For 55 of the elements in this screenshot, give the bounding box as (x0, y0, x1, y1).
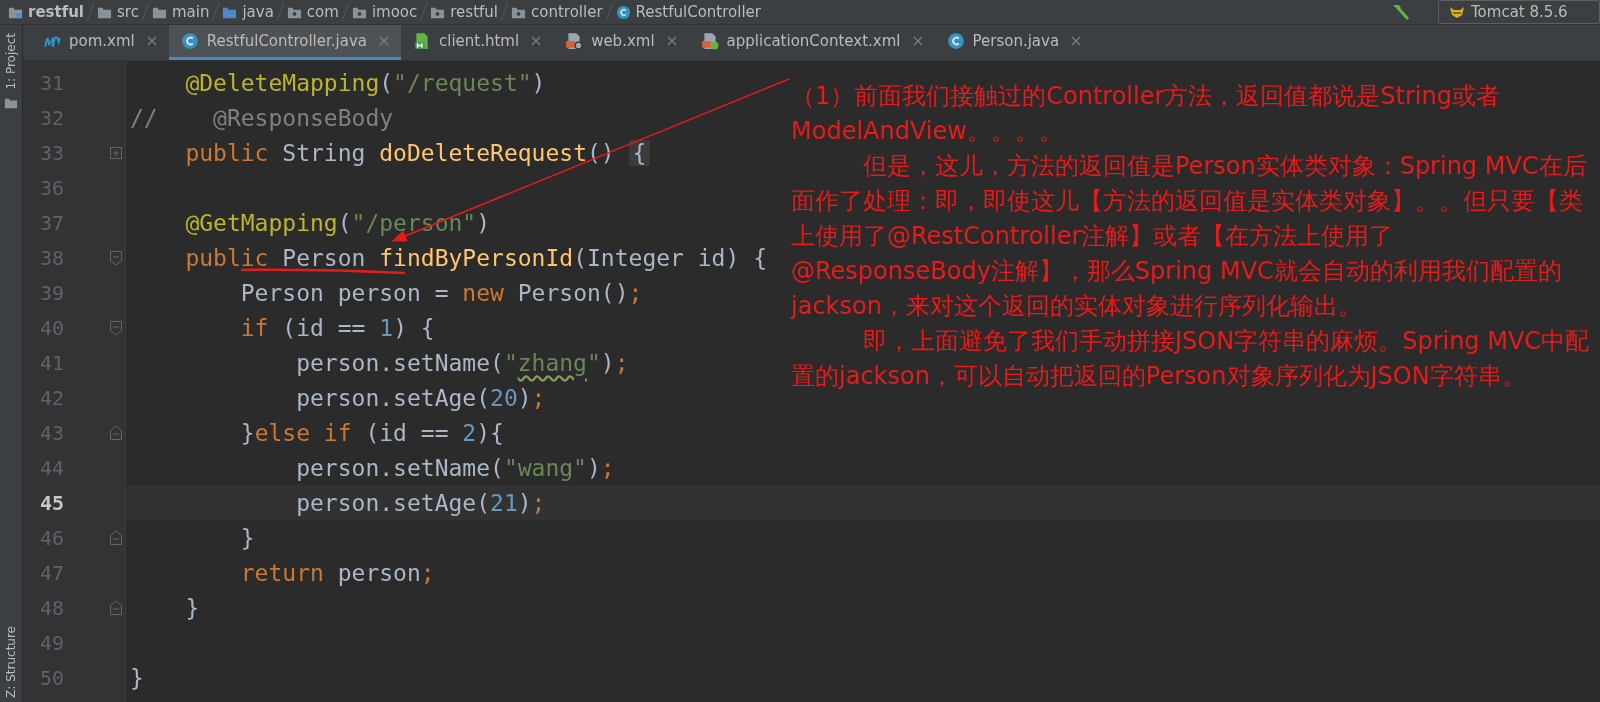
file-tab[interactable]: applicationContext.xml (688, 25, 935, 60)
class-icon (615, 4, 631, 20)
close-icon[interactable] (379, 36, 389, 46)
breadcrumb-item[interactable]: RestfulController (615, 3, 761, 21)
annotation-text: 但是，这儿，方法的返回值是Person实体类对象：Spring MVC在后面作了处理：即，即使这儿【方法的返回值是实体类对象】。。但只要【类上使用了@RestController注解】或者【在方法上使用了@ResponseBody注解】，那么Spring MVC就会自动的利用我们配置的jackson，来对这个返回的实体对象进行序列化输出。 (791, 151, 1588, 322)
spring-file-icon (700, 32, 719, 50)
annotation-text: （1）前面我们接触过的Controller方法，返回值都说是String或者ModelAndView。。。。 (791, 81, 1501, 147)
class-icon (946, 32, 965, 50)
file-tab[interactable]: web.xml (553, 25, 689, 60)
code-line: @DeleteMapping("/request") (184, 69, 546, 96)
html-file-icon (413, 32, 431, 50)
annotation-text: 即，上面避免了我们手动拼接JSON字符串的麻烦。Spring MVC中配置的jackson，可以自动把返回的Person对象序列化为JSON字符串。 (791, 326, 1591, 392)
file-tab[interactable]: pom.xml (31, 25, 169, 60)
breadcrumb-item[interactable]: java (222, 3, 274, 21)
code-line: if (id == 1) { (239, 314, 435, 341)
close-icon[interactable] (531, 36, 542, 46)
code-line: person.setName("wang"); (295, 454, 615, 481)
close-icon[interactable] (1071, 36, 1082, 46)
close-icon[interactable] (666, 36, 677, 46)
code-line: } (184, 594, 200, 621)
close-icon[interactable] (146, 36, 157, 46)
code-line: person.setAge(20); (295, 384, 546, 411)
code-line: person.setAge(21); (295, 489, 546, 516)
code-line: } (130, 664, 144, 691)
collapse-fold-icon[interactable] (109, 424, 123, 441)
breadcrumb-item[interactable]: restful (430, 3, 498, 21)
run-configuration-dropdown[interactable]: Tomcat 8.5.6 (1438, 0, 1600, 24)
project-tool-tab[interactable]: 1: Project (4, 33, 18, 90)
collapse-fold-icon[interactable] (109, 599, 123, 616)
collapse-fold-icon[interactable] (109, 529, 123, 546)
code-line: }else if (id == 2){ (239, 419, 504, 446)
breadcrumb-item[interactable]: com (286, 3, 339, 21)
close-icon[interactable] (912, 36, 923, 46)
code-line: // @ResponseBody (130, 104, 394, 131)
line-number: 45 (39, 490, 65, 515)
breadcrumb-item[interactable]: controller (511, 3, 603, 21)
collapse-fold-icon[interactable] (109, 319, 123, 336)
collapse-fold-icon[interactable] (109, 249, 123, 266)
tomcat-icon (1449, 5, 1465, 19)
class-icon (180, 32, 199, 50)
expand-fold-icon[interactable] (109, 144, 123, 161)
structure-tool-tab[interactable]: Z: Structure (4, 626, 18, 698)
file-tab[interactable]: client.html (401, 25, 554, 60)
code-line: } (239, 524, 255, 551)
breadcrumb-item[interactable]: main (151, 3, 210, 21)
breadcrumb-item[interactable]: imooc (351, 3, 418, 21)
code-line: Person person = new Person(); (239, 279, 643, 306)
code-line: person.setName("zhang"); (295, 349, 629, 376)
breadcrumb-item[interactable]: src (97, 3, 139, 21)
code-line: return person; (239, 559, 435, 586)
file-tab[interactable]: RestfulController.java (168, 25, 401, 60)
breadcrumb-item[interactable]: restful (8, 3, 84, 21)
code-line: public Person findByPersonId(Integer id) { (184, 244, 767, 271)
file-tab[interactable]: Person.java (934, 25, 1094, 60)
xml-file-icon (565, 32, 584, 50)
